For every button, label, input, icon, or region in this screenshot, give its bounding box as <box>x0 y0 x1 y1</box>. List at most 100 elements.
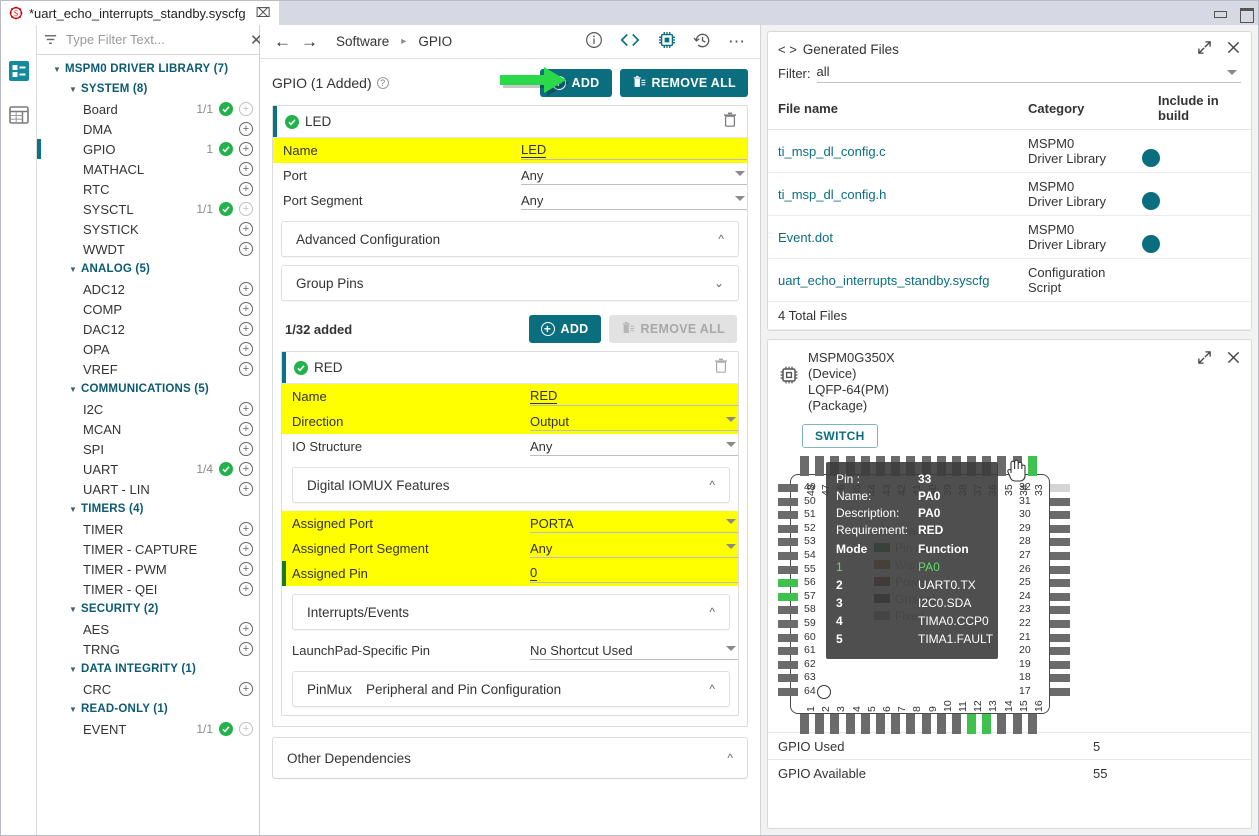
tree-item-board[interactable]: Board 1/1 + <box>37 99 259 119</box>
package-pin[interactable] <box>778 674 798 683</box>
structure-view-icon[interactable] <box>7 59 31 83</box>
package-pin[interactable] <box>830 714 840 734</box>
tree-item-adc12[interactable]: ADC12 + <box>37 279 259 299</box>
field-select[interactable]: Any <box>521 191 747 210</box>
expand-triangle-icon[interactable]: ▼ <box>67 603 79 615</box>
expand-triangle-icon[interactable]: ▼ <box>67 383 79 395</box>
field-select[interactable]: Any <box>530 437 738 456</box>
delete-instance-icon[interactable] <box>723 112 737 131</box>
tree-item-uart-lin[interactable]: UART - LIN + <box>37 479 259 499</box>
tree-item-aes[interactable]: AES + <box>37 619 259 639</box>
package-pin[interactable] <box>1050 647 1070 656</box>
package-pin[interactable] <box>1050 497 1070 506</box>
file-link[interactable]: ti_msp_dl_config.c <box>778 144 886 159</box>
group-pins-accordion[interactable]: Group Pins ⌄ <box>281 265 739 301</box>
add-instance-icon[interactable]: + <box>239 582 253 596</box>
switch-device-button[interactable]: SWITCH <box>802 424 878 448</box>
package-pin[interactable] <box>891 714 901 734</box>
package-pin[interactable] <box>875 714 885 734</box>
package-pin[interactable] <box>1050 592 1070 601</box>
launchpad-pin-select[interactable]: No Shortcut Used <box>530 641 738 660</box>
package-pin[interactable] <box>1050 674 1070 683</box>
package-pin[interactable] <box>1050 606 1070 615</box>
add-instance-icon[interactable]: + <box>239 522 253 536</box>
forward-icon[interactable]: → <box>301 33 318 50</box>
more-options-icon[interactable]: ⋯ <box>728 33 746 50</box>
package-pin[interactable] <box>778 484 798 492</box>
add-instance-icon[interactable]: + <box>239 202 253 216</box>
tree-group-data-integrity-1[interactable]: ▼ DATA INTEGRITY (1) <box>37 659 259 679</box>
package-pin[interactable] <box>1050 687 1070 696</box>
filter-icon[interactable] <box>43 32 58 48</box>
add-instance-icon[interactable]: + <box>239 482 253 496</box>
field-input[interactable]: RED <box>530 387 738 406</box>
package-pin[interactable] <box>1050 660 1070 669</box>
expand-triangle-icon[interactable]: ▼ <box>67 263 79 275</box>
package-pin[interactable] <box>936 714 946 734</box>
editor-tab[interactable]: S *uart_echo_interrupts_standby.syscfg ⌧ <box>1 1 279 25</box>
field-select[interactable]: Any <box>530 539 738 558</box>
expand-triangle-icon[interactable]: ▼ <box>67 663 79 675</box>
add-instance-icon[interactable]: + <box>239 162 253 176</box>
add-instance-icon[interactable]: + <box>239 242 253 256</box>
package-pin[interactable] <box>860 714 870 734</box>
package-pin[interactable] <box>778 524 798 533</box>
tab-close-icon[interactable]: ⌧ <box>256 5 271 21</box>
add-instance-icon[interactable]: + <box>239 122 253 136</box>
package-pin[interactable] <box>1050 484 1070 492</box>
add-instance-icon[interactable]: + <box>239 462 253 476</box>
info-icon[interactable] <box>585 31 603 52</box>
restore-button[interactable] <box>1240 7 1254 23</box>
field-input[interactable]: 0 <box>530 564 738 583</box>
tree-group-mspm0-driver-library-7[interactable]: ▼ MSPM0 DRIVER LIBRARY (7) <box>37 59 259 79</box>
package-pin[interactable] <box>1050 565 1070 574</box>
expand-triangle-icon[interactable]: ▼ <box>67 503 79 515</box>
tree-item-sysctl[interactable]: SYSCTL 1/1 + <box>37 199 259 219</box>
tree-item-vref[interactable]: VREF + <box>37 359 259 379</box>
close-icon[interactable] <box>1226 40 1241 58</box>
tree-item-dac12[interactable]: DAC12 + <box>37 319 259 339</box>
table-view-icon[interactable] <box>7 103 31 127</box>
back-icon[interactable]: ← <box>274 33 291 50</box>
add-instance-icon[interactable]: + <box>239 642 253 656</box>
package-pin[interactable] <box>800 714 809 734</box>
add-instance-icon[interactable]: + <box>239 222 253 236</box>
package-pin[interactable] <box>1050 538 1070 547</box>
package-pin[interactable] <box>1027 456 1037 476</box>
tree-item-opa[interactable]: OPA + <box>37 339 259 359</box>
tree-group-analog-5[interactable]: ▼ ANALOG (5) <box>37 259 259 279</box>
tree-item-event[interactable]: EVENT 1/1 + <box>37 719 259 739</box>
tree-item-gpio[interactable]: GPIO 1 + <box>37 139 259 159</box>
add-instance-icon[interactable]: + <box>239 102 253 116</box>
package-pin[interactable] <box>778 551 798 560</box>
package-pin[interactable] <box>967 714 977 734</box>
tree-item-mcan[interactable]: MCAN + <box>37 419 259 439</box>
tree-group-communications-5[interactable]: ▼ COMMUNICATIONS (5) <box>37 379 259 399</box>
interrupts-events-accordion[interactable]: Interrupts/Events ^ <box>292 594 730 630</box>
code-icon[interactable] <box>619 32 641 51</box>
file-link[interactable]: uart_echo_interrupts_standby.syscfg <box>778 273 990 288</box>
tree-item-rtc[interactable]: RTC + <box>37 179 259 199</box>
add-instance-icon[interactable]: + <box>239 422 253 436</box>
package-pin[interactable] <box>1012 714 1022 734</box>
package-pin[interactable] <box>1050 551 1070 560</box>
tree-item-timer-qei[interactable]: TIMER - QEI + <box>37 579 259 599</box>
package-pin[interactable] <box>1050 579 1070 588</box>
package-pin[interactable] <box>778 579 798 588</box>
history-icon[interactable] <box>693 31 712 53</box>
expand-triangle-icon[interactable]: ▼ <box>67 83 79 95</box>
delete-pin-icon[interactable] <box>714 358 728 377</box>
package-pin[interactable] <box>1050 633 1070 642</box>
package-pin[interactable] <box>778 511 798 520</box>
expand-icon[interactable] <box>1197 350 1212 368</box>
tree-item-timer-pwm[interactable]: TIMER - PWM + <box>37 559 259 579</box>
advanced-configuration-accordion[interactable]: Advanced Configuration ^ <box>281 221 739 257</box>
add-instance-icon[interactable]: + <box>239 142 253 156</box>
package-pin[interactable] <box>1050 511 1070 520</box>
tree-item-dma[interactable]: DMA + <box>37 119 259 139</box>
add-instance-icon[interactable]: + <box>239 442 253 456</box>
tree-item-comp[interactable]: COMP + <box>37 299 259 319</box>
add-instance-icon[interactable]: + <box>239 342 253 356</box>
package-pin[interactable] <box>845 714 855 734</box>
package-pin[interactable] <box>800 456 809 476</box>
